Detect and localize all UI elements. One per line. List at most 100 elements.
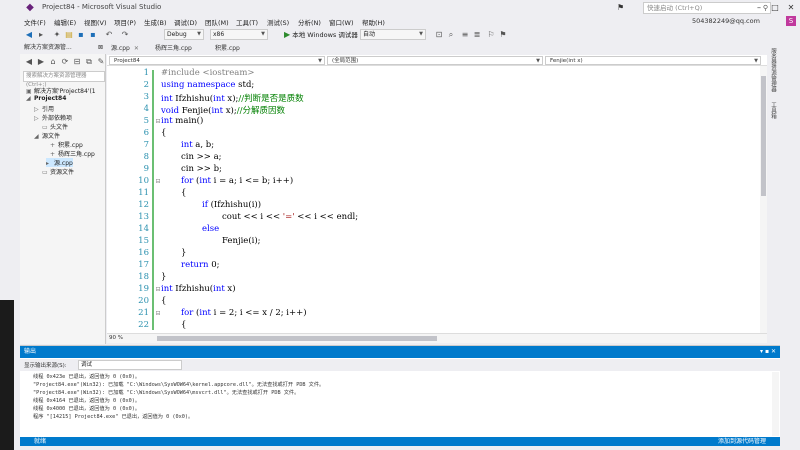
undo-icon[interactable]: ↶ (104, 30, 114, 40)
attach-icon[interactable]: ⊡ (434, 30, 444, 40)
close-icon[interactable]: ✕ (784, 1, 798, 15)
run-label: 本地 Windows 调试器 (292, 31, 358, 39)
tab-yuan-cpp[interactable]: 源.cpp ✕ (107, 44, 143, 54)
open-file-icon[interactable]: ▤ (64, 30, 74, 40)
line-number: 14 (138, 224, 149, 234)
tab-jilei-cpp[interactable]: 积累.cpp (211, 44, 244, 54)
code-line: for (int i = 2; i <= x / 2; i++) (181, 308, 307, 318)
scope-nav-dropdown[interactable]: (全局范围) ▼ (327, 56, 543, 65)
tree-source-files[interactable]: ◢ 源文件 (34, 131, 60, 140)
menu-project[interactable]: 项目(P) (114, 17, 136, 27)
code-token: else (202, 224, 220, 234)
play-icon: ▶ (284, 30, 291, 39)
menu-test[interactable]: 测试(S) (267, 17, 289, 27)
output-scrollbar[interactable] (772, 372, 779, 436)
show-all-files-icon[interactable]: ⧉ (84, 57, 94, 67)
tree-file-jilei[interactable]: + 积累.cpp (50, 140, 83, 149)
dropdown-icon[interactable]: ▾ (760, 348, 763, 355)
server-explorer-tab[interactable]: 服务器资源管理器 (769, 48, 777, 92)
back-icon[interactable]: ◀ (24, 30, 34, 40)
menu-build[interactable]: 生成(B) (144, 17, 167, 27)
code-line: { (181, 188, 186, 198)
scroll-thumb[interactable] (761, 76, 766, 196)
chevron-down-icon: ▼ (754, 58, 758, 64)
chevron-down-icon: ▼ (197, 31, 201, 37)
tree-solution[interactable]: ▣ 解决方案'Project84'(1 (26, 86, 96, 95)
forward-icon[interactable]: ▸ (36, 30, 46, 40)
comment-icon[interactable]: ≡ (460, 30, 470, 40)
save-all-icon[interactable]: ▪ (88, 30, 98, 40)
home-icon[interactable]: ⌂ (48, 57, 58, 67)
menu-tools[interactable]: 工具(T) (236, 17, 258, 27)
output-source-value: 调试 (81, 362, 93, 368)
code-token: using namespace (161, 80, 236, 90)
run-mode-dropdown[interactable]: 自动 ▼ (360, 29, 426, 40)
menu-edit[interactable]: 编辑(E) (54, 17, 76, 27)
horizontal-scroll-thumb[interactable] (157, 336, 437, 341)
menu-bar: 文件(F) 编辑(E) 视图(V) 项目(P) 生成(B) 调试(D) 团队(M… (20, 16, 800, 28)
tab-label: 杨辉三角.cpp (155, 45, 192, 52)
solution-config-dropdown[interactable]: Debug ▼ (164, 29, 204, 40)
output-source-dropdown[interactable]: 调试 (78, 360, 182, 370)
menu-team[interactable]: 团队(M) (205, 17, 229, 27)
tree-references[interactable]: ▷ 引用 (34, 104, 54, 113)
account-badge[interactable]: S (786, 16, 796, 26)
notification-flag-icon[interactable]: ⚑ (617, 3, 627, 13)
function-nav-dropdown[interactable]: Fenjie(int x) ▼ (545, 56, 761, 65)
pin-icon[interactable]: ▪ (765, 348, 769, 355)
menu-view[interactable]: 视图(V) (84, 17, 107, 27)
find-icon[interactable]: ⌕ (446, 30, 456, 40)
maximize-icon[interactable]: □ (768, 1, 782, 15)
close-icon[interactable]: ✕ (771, 348, 776, 355)
tree-file-yanghui[interactable]: + 杨辉三角.cpp (50, 149, 95, 158)
tab-yanghui-cpp[interactable]: 杨辉三角.cpp (151, 44, 196, 54)
fold-toggle-icon[interactable]: ⊟ (154, 310, 162, 317)
code-editor[interactable]: 1 2 3 4 5 6 7 8 9 10 11 12 13 14 15 16 1… (107, 66, 760, 333)
editor-vertical-scrollbar[interactable] (760, 66, 767, 333)
toolbox-tab[interactable]: 工具箱 (769, 102, 777, 119)
redo-icon[interactable]: ↷ (120, 30, 130, 40)
menu-file[interactable]: 文件(F) (24, 17, 46, 27)
fold-toggle-icon[interactable]: ⊟ (154, 178, 162, 185)
project-nav-dropdown[interactable]: Project84 ▼ (109, 56, 325, 65)
start-debugging-button[interactable]: ▶ 本地 Windows 调试器 (284, 29, 358, 40)
config-value: Debug (167, 31, 187, 38)
minimize-icon[interactable]: – (752, 1, 766, 15)
line-number: 8 (143, 152, 149, 162)
pin-icon[interactable]: ⊠ (98, 42, 103, 54)
menu-help[interactable]: 帮助(H) (362, 17, 385, 27)
code-line: int Ifzhishu(int x) (161, 284, 236, 294)
close-icon[interactable]: ✕ (134, 45, 139, 52)
tree-resource-files[interactable]: ▭ 资源文件 (42, 167, 74, 176)
tree-project[interactable]: ◢ Project84 (26, 95, 66, 102)
menu-debug[interactable]: 调试(D) (174, 17, 197, 27)
solution-search-input[interactable]: 搜索解决方案资源管理器(Ctrl+;) (23, 71, 105, 88)
code-string: '=' (282, 212, 295, 222)
properties-icon[interactable]: ✎ (96, 57, 106, 67)
new-project-icon[interactable]: ✦ (52, 30, 62, 40)
tree-file-yuan[interactable]: ▸ 源.cpp (46, 158, 73, 167)
forward-icon[interactable]: ▶ (36, 57, 46, 67)
save-icon[interactable]: ▪ (76, 30, 86, 40)
code-line: int a, b; (181, 140, 214, 150)
code-token: Ifzhishu( (172, 94, 214, 104)
zoom-level[interactable]: 90 % (109, 334, 123, 343)
code-line: cout << i << '=' << i << endl; (222, 212, 358, 222)
sync-icon[interactable]: ⟳ (60, 57, 70, 67)
code-token: { (161, 128, 167, 138)
platform-dropdown[interactable]: x86 ▼ (210, 29, 268, 40)
back-icon[interactable]: ◀ (24, 57, 34, 67)
account-name[interactable]: 504382249@qq.com (692, 17, 760, 25)
collapse-all-icon[interactable]: ⊟ (72, 57, 82, 67)
tree-external-deps[interactable]: ▷ 外部依赖项 (34, 113, 72, 122)
menu-analyze[interactable]: 分析(N) (298, 17, 321, 27)
line-number: 17 (138, 260, 149, 270)
menu-window[interactable]: 窗口(W) (329, 17, 354, 27)
tree-header-files[interactable]: ▭ 头文件 (42, 122, 68, 131)
code-line: cin >> a; (181, 152, 222, 162)
bookmark-icon[interactable]: ⚐ (486, 30, 496, 40)
add-to-source-control[interactable]: 添加到源代码管理 (718, 437, 766, 446)
output-line: "Project84.exe"(Win32): 已加载 "C:\Windows\… (33, 390, 300, 396)
prev-bookmark-icon[interactable]: ⚑ (498, 30, 508, 40)
uncomment-icon[interactable]: ≣ (472, 30, 482, 40)
